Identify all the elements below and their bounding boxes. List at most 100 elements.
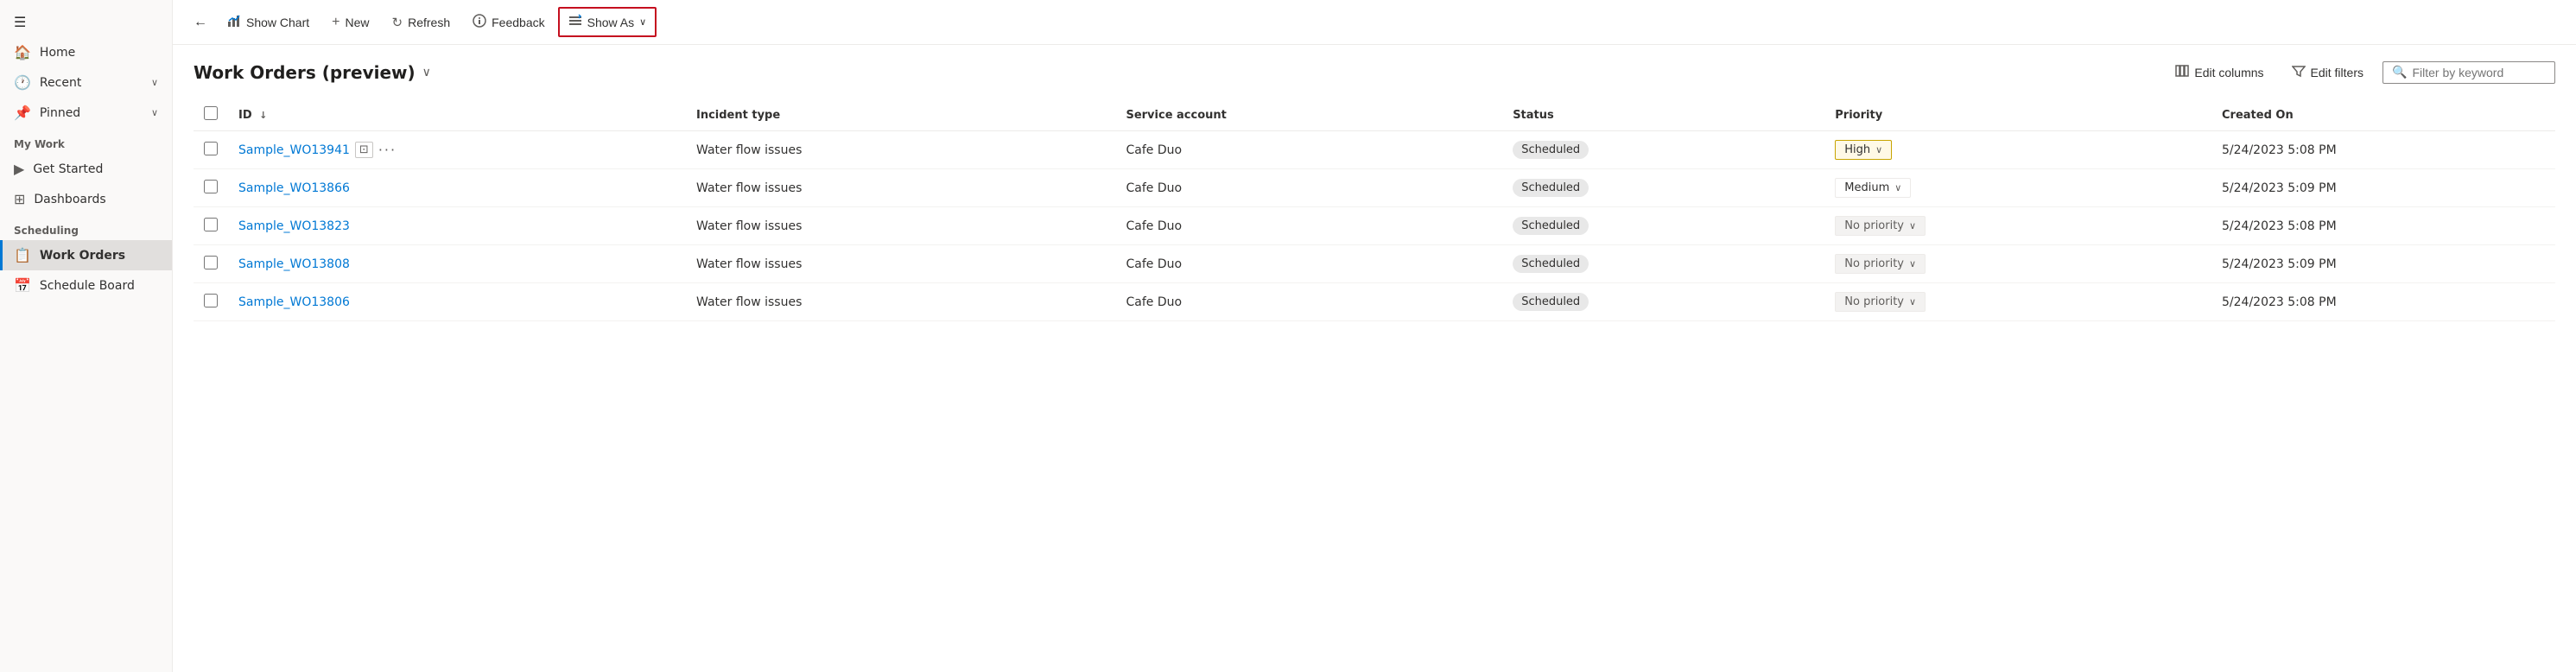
row-status: Scheduled [1502,131,1824,169]
row-checkbox-cell [194,245,228,283]
table-header-row: ID ↓ Incident type Service account Statu… [194,99,2555,131]
priority-badge[interactable]: Medium ∨ [1835,178,1911,198]
row-status: Scheduled [1502,245,1824,283]
work-order-link[interactable]: Sample_WO13823 [238,219,350,233]
schedule-board-icon: 📅 [14,277,31,294]
chart-icon [227,14,241,30]
row-status: Scheduled [1502,283,1824,321]
content-area: Work Orders (preview) ∨ Edit columns [173,45,2576,672]
chevron-down-icon: ∨ [151,77,158,88]
sidebar-item-pinned[interactable]: 📌 Pinned ∨ [0,98,172,128]
row-id-cell: Sample_WO13866 [228,169,686,207]
priority-badge[interactable]: No priority ∨ [1835,292,1926,312]
page-title-chevron-icon[interactable]: ∨ [422,66,431,79]
page-actions: Edit columns Edit filters 🔍 [2167,59,2555,86]
row-priority: No priority ∨ [1824,245,2211,283]
table-row: Sample_WO13823 Water flow issues Cafe Du… [194,207,2555,245]
select-all-header [194,99,228,131]
row-checkbox-2[interactable] [204,218,218,231]
row-priority: No priority ∨ [1824,283,2211,321]
status-badge: Scheduled [1513,179,1589,197]
col-header-created-on: Created On [2211,99,2555,131]
edit-columns-button[interactable]: Edit columns [2167,59,2272,86]
status-badge: Scheduled [1513,141,1589,159]
row-checkbox-3[interactable] [204,256,218,269]
table-row: Sample_WO13866 Water flow issues Cafe Du… [194,169,2555,207]
priority-chevron-icon: ∨ [1909,220,1916,231]
sidebar-item-work-orders[interactable]: 📋 Work Orders [0,240,172,270]
main-content: ← Show Chart + New ↻ Refresh [173,0,2576,672]
priority-badge[interactable]: High ∨ [1835,140,1892,160]
row-priority: No priority ∨ [1824,207,2211,245]
chevron-down-icon: ∨ [151,107,158,118]
chevron-down-icon: ∨ [639,16,646,28]
my-work-section-label: My Work [0,128,172,154]
sidebar-item-recent[interactable]: 🕐 Recent ∨ [0,67,172,98]
row-service-account: Cafe Duo [1115,283,1502,321]
work-orders-table: ID ↓ Incident type Service account Statu… [194,99,2555,321]
row-checkbox-cell [194,283,228,321]
row-service-account: Cafe Duo [1115,131,1502,169]
priority-chevron-icon: ∨ [1909,296,1916,307]
navigate-icon[interactable]: ⊡ [355,142,373,158]
col-header-incident-type: Incident type [686,99,1115,131]
col-header-status: Status [1502,99,1824,131]
recent-icon: 🕐 [14,74,31,91]
sidebar-item-home[interactable]: 🏠 Home [0,37,172,67]
status-badge: Scheduled [1513,217,1589,235]
row-id-cell: Sample_WO13806 [228,283,686,321]
sidebar-item-dashboards[interactable]: ⊞ Dashboards [0,184,172,214]
more-options-icon[interactable]: ··· [378,142,397,158]
table-row: Sample_WO13806 Water flow issues Cafe Du… [194,283,2555,321]
page-header: Work Orders (preview) ∨ Edit columns [194,59,2555,86]
table-row: Sample_WO13941 ⊡ ··· Water flow issues C… [194,131,2555,169]
row-checkbox-0[interactable] [204,142,218,155]
filter-input-container: 🔍 [2382,61,2555,84]
select-all-checkbox[interactable] [204,106,218,120]
priority-chevron-icon: ∨ [1894,182,1901,193]
pin-icon: 📌 [14,105,31,121]
row-status: Scheduled [1502,207,1824,245]
status-badge: Scheduled [1513,293,1589,311]
row-created-on: 5/24/2023 5:08 PM [2211,131,2555,169]
show-chart-button[interactable]: Show Chart [218,8,319,36]
sort-icon: ↓ [259,110,267,121]
back-button[interactable]: ← [187,10,214,35]
row-incident-type: Water flow issues [686,207,1115,245]
refresh-button[interactable]: ↻ Refresh [383,9,460,36]
play-icon: ▶ [14,161,24,177]
row-incident-type: Water flow issues [686,245,1115,283]
row-checkbox-cell [194,131,228,169]
refresh-icon: ↻ [392,15,403,30]
new-button[interactable]: + New [322,9,378,36]
work-order-link[interactable]: Sample_WO13808 [238,257,350,271]
toolbar: ← Show Chart + New ↻ Refresh [173,0,2576,45]
edit-filters-button[interactable]: Edit filters [2283,59,2372,86]
status-badge: Scheduled [1513,255,1589,273]
col-header-priority: Priority [1824,99,2211,131]
row-created-on: 5/24/2023 5:09 PM [2211,169,2555,207]
priority-badge[interactable]: No priority ∨ [1835,254,1926,274]
row-created-on: 5/24/2023 5:08 PM [2211,207,2555,245]
row-checkbox-1[interactable] [204,180,218,193]
priority-badge[interactable]: No priority ∨ [1835,216,1926,236]
priority-chevron-icon: ∨ [1909,258,1916,269]
row-service-account: Cafe Duo [1115,169,1502,207]
hamburger-icon[interactable]: ☰ [0,7,172,37]
feedback-button[interactable]: Feedback [463,8,554,36]
work-order-link[interactable]: Sample_WO13806 [238,295,350,309]
work-order-link[interactable]: Sample_WO13941 [238,143,350,157]
row-created-on: 5/24/2023 5:09 PM [2211,245,2555,283]
sidebar-item-get-started[interactable]: ▶ Get Started [0,154,172,184]
sidebar-item-schedule-board[interactable]: 📅 Schedule Board [0,270,172,301]
row-checkbox-4[interactable] [204,294,218,307]
show-as-button[interactable]: Show As ∨ [558,7,657,37]
plus-icon: + [332,15,339,30]
grid-icon: ⊞ [14,191,25,207]
row-created-on: 5/24/2023 5:08 PM [2211,283,2555,321]
row-priority: High ∨ [1824,131,2211,169]
work-order-link[interactable]: Sample_WO13866 [238,181,350,195]
row-checkbox-cell [194,207,228,245]
filter-keyword-input[interactable] [2412,66,2546,79]
sidebar: ☰ 🏠 Home 🕐 Recent ∨ 📌 Pinned ∨ My Work ▶… [0,0,173,672]
